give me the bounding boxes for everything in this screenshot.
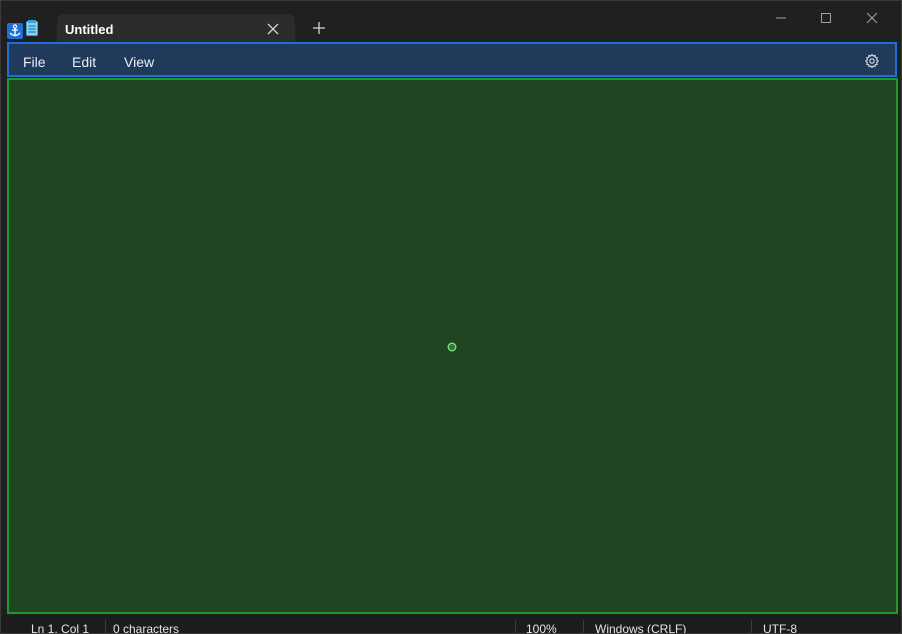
text-editor-area[interactable] [7,78,898,614]
cursor-position: Ln 1, Col 1 [31,622,90,634]
anchor-icon [7,23,23,39]
character-count: 0 characters [113,622,180,634]
tab-untitled[interactable]: Untitled [57,14,295,44]
title-bar[interactable]: Untitled [1,1,901,44]
close-icon[interactable] [265,21,281,37]
line-ending[interactable]: Windows (CRLF) [595,622,686,633]
click-target-marker [447,339,457,352]
notepad-icon [26,20,38,36]
menu-bar: File Edit View [7,42,897,77]
close-icon[interactable] [861,9,883,27]
notepad-window: Untitled File Edit View Ln 1, Col 1 0 ch… [0,0,902,634]
maximize-icon[interactable] [815,9,837,27]
menu-view[interactable]: View [124,54,154,70]
tab-title: Untitled [65,22,114,37]
status-divider [515,620,516,633]
plus-icon[interactable] [311,20,327,36]
encoding[interactable]: UTF-8 [763,622,797,633]
status-divider [583,620,584,633]
minimize-icon[interactable] [770,9,792,27]
menu-file[interactable]: File [23,54,46,70]
status-divider [105,620,106,633]
status-bar: Ln 1, Col 1 0 characters 100% Windows (C… [1,615,901,634]
menu-edit[interactable]: Edit [72,54,96,70]
gear-icon[interactable] [864,53,880,69]
status-divider [751,620,752,633]
zoom-level[interactable]: 100% [526,622,557,633]
